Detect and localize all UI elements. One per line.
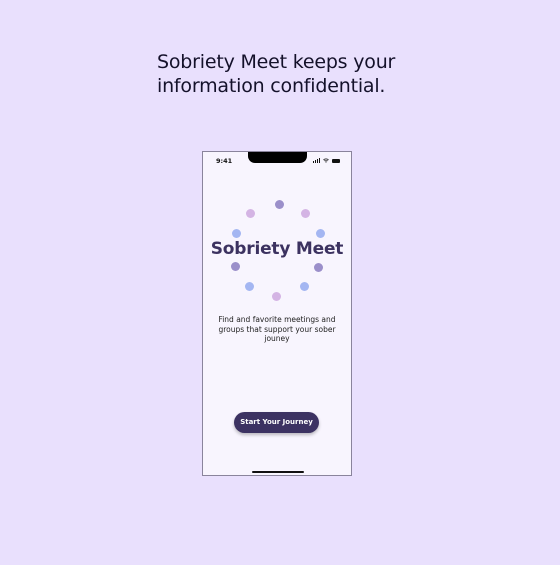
- phone-notch: [248, 152, 307, 163]
- logo-dot: [232, 229, 241, 238]
- wifi-icon: [323, 158, 329, 163]
- status-time: 9:41: [216, 157, 233, 165]
- logo-dot: [245, 282, 254, 291]
- app-logo: Sobriety Meet: [203, 192, 351, 302]
- tagline: Find and favorite meetings and groups th…: [218, 315, 336, 343]
- battery-icon: [332, 159, 340, 163]
- logo-dot: [246, 209, 255, 218]
- logo-dot: [301, 209, 310, 218]
- logo-dot: [272, 292, 281, 301]
- app-title: Sobriety Meet: [210, 239, 344, 259]
- logo-dot: [231, 262, 240, 271]
- logo-dot: [316, 229, 325, 238]
- start-journey-button[interactable]: Start Your Journey: [234, 412, 319, 433]
- logo-dot: [275, 200, 284, 209]
- logo-dot: [314, 263, 323, 272]
- status-bar: 9:41: [203, 152, 351, 166]
- signal-icon: [313, 158, 320, 163]
- headline: Sobriety Meet keeps your information con…: [157, 51, 396, 97]
- phone-mockup: 9:41 Sobriety Meet Find and favorite mee…: [202, 151, 352, 476]
- status-icons: [313, 158, 340, 163]
- home-indicator[interactable]: [252, 471, 304, 473]
- logo-dot: [300, 282, 309, 291]
